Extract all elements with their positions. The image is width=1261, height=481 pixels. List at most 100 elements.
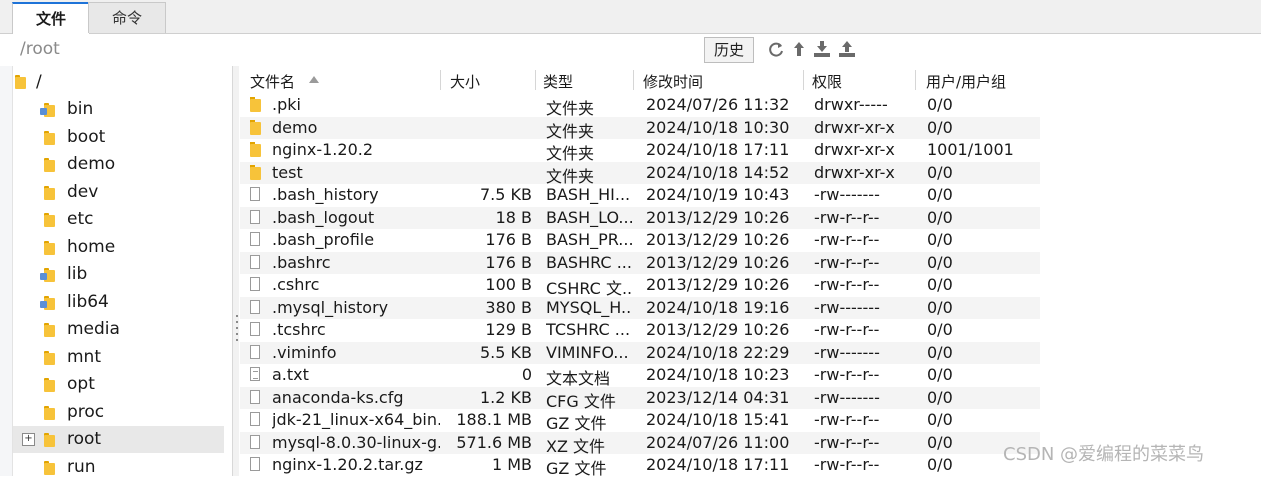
file-row[interactable]: .bash_history 7.5 KB BASH_HI... 2024/10/19 … (240, 184, 1040, 206)
tree-item-label: lib64 (67, 291, 109, 312)
tab-commands[interactable]: 命令 (88, 2, 166, 33)
current-path[interactable]: /root (20, 39, 60, 59)
file-row[interactable]: mysql-8.0.30-linux-g... 571.6 MB XZ 文件 2024… (240, 431, 1040, 456)
column-mtime[interactable]: 修改时间 (643, 71, 703, 92)
tree-item-label: boot (67, 126, 106, 147)
file-owner: 0/0 (927, 410, 953, 429)
tree-item-lib64[interactable]: lib64 (12, 289, 224, 316)
file-permissions: -rw-r--r-- (814, 365, 880, 384)
file-list-header: 文件名 大小 类型 修改时间 权限 用户/用户组 (240, 66, 1261, 93)
file-size: 380 B (485, 297, 532, 317)
file-name: .bash_history (272, 185, 379, 204)
symlink-icon (40, 300, 47, 308)
file-row[interactable]: nginx-1.20.2.tar.gz 1 MB GZ 文件 2024/10/18 1… (240, 454, 1040, 478)
file-row[interactable]: demo 文件夹 2024/10/18 10:30 drwxr-xr-x 0/0 (240, 116, 1040, 141)
tree-item-dev[interactable]: dev (12, 179, 224, 206)
file-owner: 0/0 (927, 365, 953, 384)
file-row[interactable]: .mysql_history 380 B MYSQL_H... 2024/10/18 … (240, 296, 1040, 319)
file-mtime: 2024/10/18 15:41 (646, 410, 790, 429)
tree-item-run[interactable]: run (12, 454, 224, 481)
file-row[interactable]: .tcshrc 129 B TCSHRC ... 2013/12/29 10:26 -r… (240, 319, 1040, 341)
file-list: 文件名 大小 类型 修改时间 权限 用户/用户组 .pki 文件夹 2024/07/… (240, 66, 1261, 478)
file-row[interactable]: .bash_logout 18 B BASH_LO... 2013/12/29 10:… (240, 206, 1040, 229)
tree-item-etc[interactable]: etc (12, 206, 224, 233)
file-name: .mysql_history (272, 297, 389, 317)
file-row[interactable]: .pki 文件夹 2024/07/26 11:32 drwxr----- 0/0 (240, 94, 1040, 118)
column-owner[interactable]: 用户/用户组 (926, 71, 1006, 92)
tree-item-label: mnt (67, 346, 101, 367)
file-owner: 0/0 (927, 252, 953, 272)
tree-item-demo[interactable]: demo (12, 151, 224, 178)
column-type[interactable]: 类型 (543, 71, 573, 92)
tree-item-bin[interactable]: bin (12, 96, 224, 123)
expand-icon[interactable]: + (22, 433, 35, 446)
file-row[interactable]: test 文件夹 2024/10/18 14:52 drwxr-xr-x 0/0 (240, 161, 1040, 186)
file-permissions: -rw-r--r-- (814, 320, 880, 339)
folder-icon (250, 119, 261, 135)
file-type: VIMINFO... (546, 342, 629, 362)
file-icon (250, 299, 260, 314)
file-mtime: 2024/10/18 17:11 (646, 140, 790, 159)
file-row[interactable]: .cshrc 100 B CSHRC 文... 2013/12/29 10:26 -rw… (240, 274, 1040, 298)
tab-files[interactable]: 文件 (12, 2, 90, 36)
file-permissions: -rw-r--r-- (814, 275, 880, 294)
file-type: GZ 文件 (546, 459, 607, 478)
file-size: 571.6 MB (456, 432, 532, 452)
tree-item-label: demo (67, 154, 116, 174)
file-owner: 0/0 (927, 320, 953, 339)
file-mtime: 2024/10/18 10:23 (646, 365, 790, 384)
tree-item-label: etc (67, 209, 94, 229)
tree-item-label: bin (67, 99, 94, 119)
file-mtime: 2024/07/26 11:32 (646, 95, 790, 114)
file-permissions: drwxr----- (814, 95, 888, 114)
file-size: 7.5 KB (480, 185, 532, 204)
tree-item-mnt[interactable]: mnt (12, 344, 224, 371)
tree-item-opt[interactable]: opt (12, 371, 224, 398)
tree-item-lib[interactable]: lib (12, 261, 224, 288)
column-size[interactable]: 大小 (450, 71, 480, 92)
file-type: BASH_PR... (546, 230, 632, 249)
file-size: 176 B (485, 230, 532, 249)
up-icon[interactable] (790, 40, 808, 58)
tree-item-media[interactable]: media (12, 316, 224, 343)
tree-item-root[interactable]: + root (12, 426, 224, 453)
file-mtime: 2013/12/29 10:26 (646, 252, 790, 272)
file-mtime: 2024/10/18 22:29 (646, 342, 790, 362)
refresh-icon[interactable] (767, 40, 785, 58)
column-name[interactable]: 文件名 (250, 71, 295, 92)
tree-root[interactable]: / (12, 69, 224, 96)
file-type: XZ 文件 (546, 436, 606, 456)
file-name: a.txt (272, 365, 309, 384)
file-owner: 1001/1001 (927, 140, 1014, 159)
file-mtime: 2013/12/29 10:26 (646, 320, 790, 339)
file-owner: 0/0 (927, 297, 953, 317)
column-permissions[interactable]: 权限 (812, 71, 842, 92)
history-button[interactable]: 历史 (704, 37, 754, 63)
folder-icon (15, 75, 26, 89)
tree-item-label: home (67, 236, 116, 257)
file-row[interactable]: a.txt 0 文本文档 2024/10/18 10:23 -rw-r--r-- 0/0 (240, 364, 1040, 388)
file-row[interactable]: nginx-1.20.2 文件夹 2024/10/18 17:11 drwxr-xr-… (240, 139, 1040, 163)
file-type: CSHRC 文... (546, 279, 632, 298)
tree-item-boot[interactable]: boot (12, 124, 224, 151)
tree-item-proc[interactable]: proc (12, 399, 224, 426)
file-row[interactable]: anaconda-ks.cfg 1.2 KB CFG 文件 2023/12/14 04… (240, 386, 1040, 411)
file-row[interactable]: .bash_profile 176 B BASH_PR... 2013/12/29 1… (240, 229, 1040, 251)
folder-icon (44, 378, 55, 392)
file-type: 文本文档 (546, 369, 611, 388)
file-row[interactable]: .bashrc 176 B BASHRC ... 2013/12/29 10:26 -r… (240, 251, 1040, 274)
file-owner: 0/0 (927, 207, 953, 227)
upload-icon[interactable] (838, 40, 856, 58)
file-owner: 0/0 (927, 275, 953, 294)
tree-item-label: root (67, 429, 102, 449)
file-row[interactable]: jdk-21_linux-x64_bin... 188.1 MB GZ 文件 2024… (240, 409, 1040, 433)
file-name: nginx-1.20.2 (272, 140, 374, 159)
file-row[interactable]: .viminfo 5.5 KB VIMINFO... 2024/10/18 22:29… (240, 341, 1040, 364)
file-size: 100 B (485, 275, 532, 294)
download-icon[interactable] (813, 40, 831, 58)
symlink-icon (40, 273, 47, 280)
tree-item-home[interactable]: home (12, 234, 224, 261)
pane-splitter[interactable] (233, 66, 239, 476)
file-name: nginx-1.20.2.tar.gz (272, 455, 423, 474)
file-type: BASH_HI... (546, 185, 631, 204)
